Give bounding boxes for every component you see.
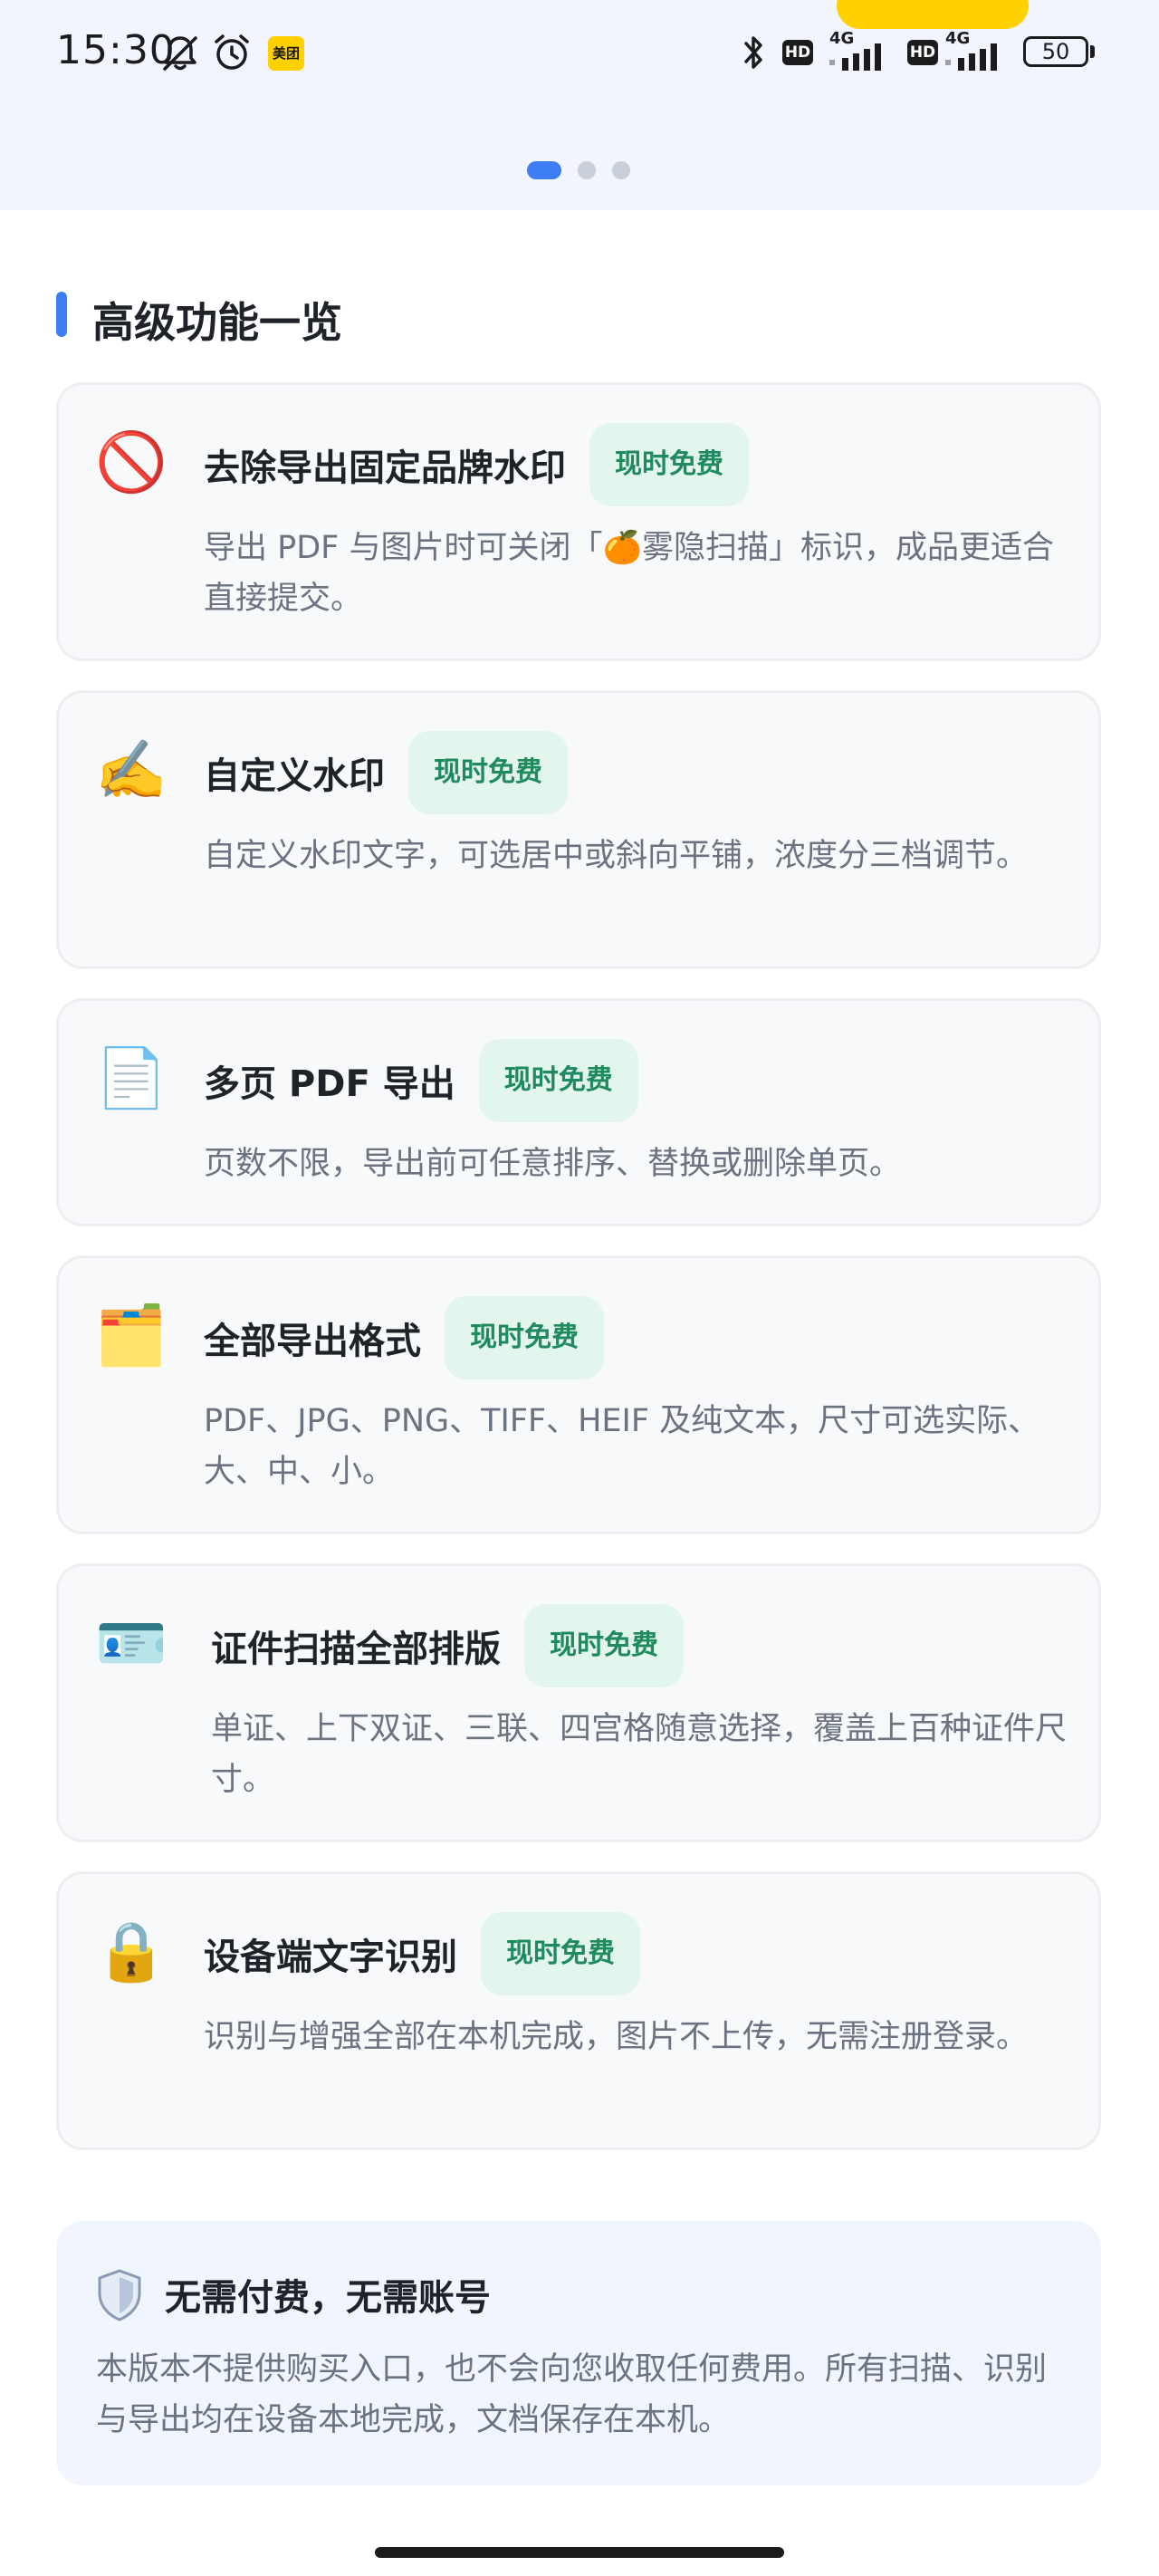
pager-dot-3[interactable] (612, 161, 630, 179)
card-description: PDF、JPG、PNG、TIFF、HEIF 及纯文本，尺寸可选实际、大、中、小。 (204, 1403, 1040, 1490)
card-description: 导出 PDF 与图片时可关闭「🍊雾隐扫描」标识，成品更适合直接提交。 (204, 530, 1055, 617)
card-title-row: 设备端文字识别 现时免费 (204, 1910, 640, 1997)
no-payment-notice: 无需付费，无需账号 本版本不提供购买入口，也不会向您收取任何费用。所有扫描、识别… (56, 2221, 1101, 2485)
card-title-row: 多页 PDF 导出 现时免费 (204, 1037, 638, 1124)
signal-icon-2 (945, 43, 997, 71)
card-description: 识别与增强全部在本机完成，图片不上传，无需注册登录。 (204, 2019, 1029, 2055)
card-title-row: 证件扫描全部排版 现时免费 (211, 1602, 684, 1689)
document-icon: 📄 (95, 1045, 168, 1112)
free-badge: 现时免费 (478, 1039, 638, 1122)
pager-dot-1[interactable] (527, 161, 561, 179)
notice-title: 无需付费，无需账号 (165, 2277, 491, 2319)
feature-card-remove-watermark[interactable]: 🚫 去除导出固定品牌水印 现时免费 导出 PDF 与图片时可关闭「🍊雾隐扫描」标… (56, 382, 1101, 661)
free-badge: 现时免费 (481, 1912, 640, 1995)
shield-icon (98, 2269, 141, 2321)
id-card-icon: 🪪 (95, 1610, 168, 1677)
feature-card-export-formats[interactable]: 🗂️ 全部导出格式 现时免费 PDF、JPG、PNG、TIFF、HEIF 及纯文… (56, 1255, 1101, 1534)
alarm-clock-icon (215, 34, 249, 70)
signal-icon-1 (829, 43, 881, 71)
lock-icon: 🔒 (95, 1918, 168, 1985)
free-badge: 现时免费 (589, 423, 749, 506)
card-title-row: 自定义水印 现时免费 (204, 729, 568, 816)
bell-off-icon (163, 36, 197, 71)
battery-indicator: 50 (1023, 36, 1088, 67)
card-title: 自定义水印 (204, 755, 385, 797)
hd-badge-1: HD (782, 40, 813, 65)
battery-tip (1090, 45, 1095, 58)
card-title: 设备端文字识别 (204, 1937, 457, 1978)
card-title-row: 全部导出格式 现时免费 (204, 1294, 604, 1381)
feature-card-multipage-pdf[interactable]: 📄 多页 PDF 导出 现时免费 页数不限，导出前可任意排序、替换或删除单页。 (56, 998, 1101, 1226)
meituan-app-badge: 美团 (268, 36, 304, 71)
hd-badge-2: HD (907, 40, 938, 65)
card-title-row: 去除导出固定品牌水印 现时免费 (204, 421, 749, 508)
card-description: 页数不限，导出前可任意排序、替换或删除单页。 (204, 1146, 902, 1182)
card-title: 证件扫描全部排版 (211, 1629, 501, 1670)
card-title: 多页 PDF 导出 (204, 1063, 455, 1105)
feature-card-ocr[interactable]: 🔒 设备端文字识别 现时免费 识别与增强全部在本机完成，图片不上传，无需注册登录… (56, 1871, 1101, 2150)
section-accent-bar (56, 292, 67, 337)
card-title: 去除导出固定品牌水印 (204, 447, 566, 489)
meituan-floating-pill[interactable] (837, 0, 1029, 29)
free-badge: 现时免费 (408, 731, 568, 814)
feature-card-id-scan[interactable]: 🪪 证件扫描全部排版 现时免费 单证、上下双证、三联、四宫格随意选择，覆盖上百种… (56, 1563, 1101, 1842)
status-time: 15:30 (56, 27, 176, 73)
free-badge: 现时免费 (524, 1604, 684, 1687)
writing-hand-icon: ✍️ (95, 737, 168, 804)
no-entry-icon: 🚫 (95, 429, 168, 496)
card-title: 全部导出格式 (204, 1321, 421, 1362)
card-description: 单证、上下双证、三联、四宫格随意选择，覆盖上百种证件尺寸。 (211, 1711, 1068, 1798)
status-bar: 15:30 美团 HD 4G HD 4G 50 (0, 0, 1159, 105)
notice-description: 本版本不提供购买入口，也不会向您收取任何费用。所有扫描、识别与导出均在设备本地完… (96, 2351, 1048, 2438)
bluetooth-icon (744, 36, 762, 69)
folder-icon: 🗂️ (95, 1302, 168, 1370)
feature-card-custom-watermark[interactable]: ✍️ 自定义水印 现时免费 自定义水印文字，可选居中或斜向平铺，浓度分三档调节。 (56, 690, 1101, 969)
section-title: 高级功能一览 (92, 298, 342, 347)
card-description: 自定义水印文字，可选居中或斜向平铺，浓度分三档调节。 (204, 838, 1029, 874)
home-indicator[interactable] (375, 2547, 784, 2558)
free-badge: 现时免费 (445, 1296, 604, 1379)
pager-dot-2[interactable] (578, 161, 596, 179)
